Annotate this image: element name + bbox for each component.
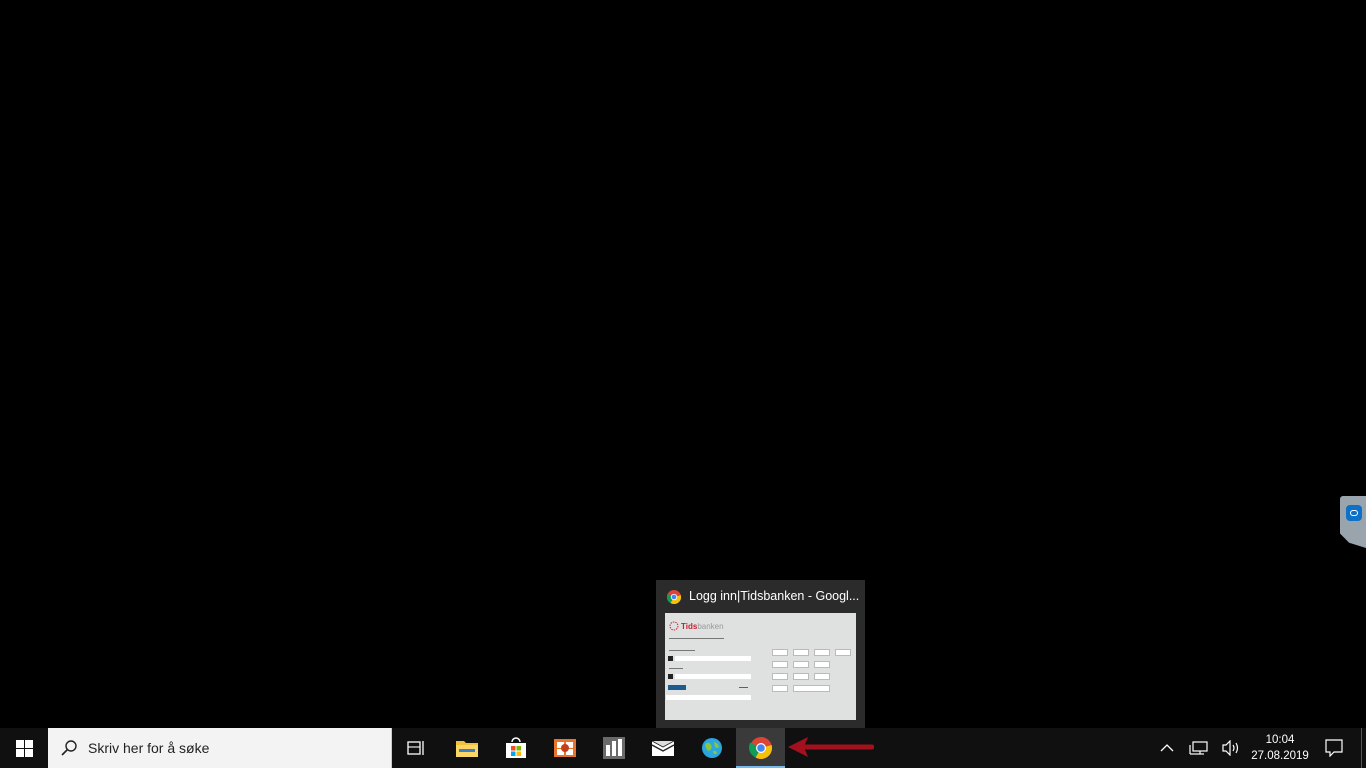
thumb-link-line — [739, 687, 748, 688]
notification-icon — [1325, 739, 1343, 757]
taskbar-google-chrome[interactable] — [736, 728, 785, 768]
show-desktop-button[interactable] — [1361, 728, 1362, 768]
speaker-icon — [1222, 740, 1239, 756]
red-arrow-annotation — [788, 737, 874, 757]
taskbar-microsoft-store[interactable] — [491, 728, 540, 768]
taskbar-thumbnail-preview[interactable]: Logg inn|Tidsbanken - Googl... Tidsbanke… — [656, 580, 865, 728]
search-placeholder: Skriv her for å søke — [88, 740, 210, 756]
taskbar-office-app[interactable] — [540, 728, 589, 768]
thumb-key — [814, 649, 830, 656]
action-center-button[interactable] — [1318, 728, 1350, 768]
thumb-username-field — [675, 656, 751, 661]
thumb-key — [814, 673, 830, 680]
start-button[interactable] — [0, 728, 48, 768]
system-clock[interactable]: 10:04 27.08.2019 — [1248, 732, 1312, 764]
thumb-key — [772, 685, 788, 692]
thumb-key — [772, 673, 788, 680]
thumb-key — [814, 661, 830, 668]
app-tile-icon — [602, 737, 625, 759]
task-view-icon — [406, 741, 424, 755]
taskbar-file-explorer[interactable] — [442, 728, 491, 768]
search-box[interactable]: Skriv her for å søke — [48, 728, 392, 768]
thumb-key — [835, 649, 851, 656]
preview-thumbnail[interactable]: Tidsbanken — [665, 613, 856, 720]
taskbar: Skriv her for å søke 10:04 27.08.2019 — [0, 728, 1366, 768]
thumb-user-icon — [668, 656, 673, 661]
thumb-key — [793, 673, 809, 680]
thumb-lock-icon — [668, 674, 673, 679]
folder-icon — [455, 741, 478, 757]
volume-button[interactable] — [1217, 728, 1245, 768]
taskbar-globe-app[interactable] — [687, 728, 736, 768]
taskbar-calculator-app[interactable] — [589, 728, 638, 768]
thumbnail-logo: Tidsbanken — [681, 622, 724, 631]
thumb-login-button — [668, 685, 686, 690]
clock-date: 27.08.2019 — [1251, 750, 1309, 762]
taskbar-mail[interactable] — [638, 728, 687, 768]
chevron-up-icon — [1160, 744, 1174, 752]
office-icon — [553, 739, 576, 757]
thumb-subtitle-line — [669, 638, 724, 639]
thumb-password-field — [675, 674, 751, 679]
thumb-label-line — [669, 668, 683, 669]
show-hidden-icons-button[interactable] — [1155, 728, 1179, 768]
task-view-button[interactable] — [392, 728, 441, 768]
clock-time: 10:04 — [1265, 734, 1295, 746]
thumb-key — [793, 685, 830, 692]
windows-logo-icon — [15, 739, 33, 757]
tidsbanken-logo-icon — [669, 621, 679, 631]
store-bag-icon — [505, 737, 526, 758]
thumb-key — [793, 649, 809, 656]
network-button[interactable] — [1185, 728, 1213, 768]
thumb-label-line — [669, 650, 695, 651]
thumb-key — [793, 661, 809, 668]
search-icon — [61, 740, 77, 756]
network-icon — [1189, 741, 1208, 755]
chrome-icon — [748, 737, 772, 759]
mail-envelope-icon — [651, 740, 674, 756]
globe-icon — [701, 738, 722, 758]
thumb-key — [772, 649, 788, 656]
preview-window-title: Logg inn|Tidsbanken - Googl... — [689, 589, 859, 603]
teamviewer-icon — [1346, 505, 1362, 521]
thumb-key — [772, 661, 788, 668]
thumb-bottom-field — [666, 695, 751, 700]
chrome-icon — [667, 590, 681, 604]
